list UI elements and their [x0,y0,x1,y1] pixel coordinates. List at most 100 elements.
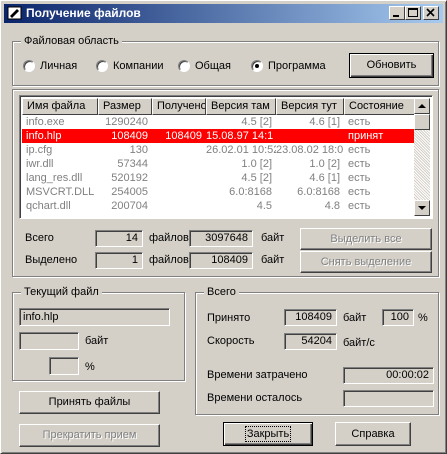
file-list-rows: info.exe 1290240 4.5 [2] 4.6 [1] есть info.hl… [22,115,416,213]
scroll-down-icon [418,206,426,210]
received-percent-field: 100 [382,309,414,326]
cell-name: info.hlp [26,130,62,142]
cell-version-remote: 15.08.97 14:1 [206,130,274,142]
file-list[interactable]: Имя файла Размер Получено Версия там Вер… [19,95,433,219]
table-row[interactable]: lang_res.dll 520192 4.5 [2] 4.6 [1] есть [22,171,416,185]
scope-program-label: Программа [268,60,326,72]
scroll-thumb[interactable] [414,114,430,130]
received-value-field: 108409 [284,309,337,326]
minimize-icon [393,15,399,17]
cell-version-local: 6.0:8168 [297,186,340,198]
elapsed-label: Времени затрачено [207,369,308,381]
maximize-button[interactable] [405,6,421,20]
table-row[interactable]: ip.cfg 130 26.02.01 10:52 23.08.02 18:0 есть [22,143,416,157]
table-row[interactable]: qchart.dll 200704 4.5 4.8 есть [22,199,416,213]
current-file-name-field: info.hlp [19,308,170,326]
scope-shared-label: Общая [195,60,231,72]
cell-version-remote: 4.5 [256,200,272,212]
window-title: Получение файлов [26,6,141,20]
minimize-button[interactable] [389,6,405,20]
cell-received [152,115,206,129]
total-bytes-field: 3097648 [189,230,253,247]
total-count-field: 14 [95,230,143,247]
close-button[interactable]: Закрыть [223,422,313,446]
cell-version-remote: 6.0:8168 [229,186,272,198]
cell-size: 200704 [111,200,148,212]
file-list-scrollbar[interactable] [414,98,430,216]
cell-status: есть [348,116,371,128]
column-header-size[interactable]: Размер [98,98,152,115]
column-header-received[interactable]: Получено [152,98,206,115]
file-area-legend: Файловая область [21,34,122,48]
column-header-status[interactable]: Состояние [344,98,416,115]
help-button[interactable]: Справка [335,422,411,446]
received-percent-unit: % [418,312,428,324]
cell-name: iwr.dll [26,158,54,170]
selected-label: Выделено [25,254,78,266]
total-label: Всего [25,232,54,244]
cell-size: 520192 [111,172,148,184]
deselect-button[interactable]: Снять выделение [300,251,432,273]
speed-label: Скорость [207,335,255,347]
current-file-percent-unit: % [85,361,95,373]
cell-name: ip.cfg [26,144,53,156]
elapsed-value-field: 00:00:02 [343,367,434,384]
selected-bytes-unit: байт [261,254,285,266]
received-label: Принято [207,312,251,324]
selected-bytes-field: 108409 [189,252,253,269]
current-file-legend: Текущий файл [21,285,102,299]
cell-version-remote: 4.5 [2] [241,116,272,128]
scope-company-label: Компании [113,60,164,72]
cell-status: принят [348,130,384,142]
radio-selected-dot [255,64,259,68]
cell-version-local: 4.8 [324,200,340,212]
current-file-bytes-field [19,332,79,350]
cell-version-remote: 1.0 [2] [241,158,272,170]
cell-received [152,157,206,171]
scope-personal-label: Личная [40,60,78,72]
cell-version-local: 1.0 [2] [309,158,340,170]
cell-version-remote: 4.5 [2] [241,172,272,184]
file-list-header: Имя файла Размер Получено Версия там Вер… [22,98,416,115]
cell-size: 1290240 [105,116,148,128]
cell-size: 254005 [111,186,148,198]
table-row[interactable]: info.exe 1290240 4.5 [2] 4.6 [1] есть [22,115,416,129]
cell-status: есть [348,144,371,156]
close-icon [426,8,435,17]
cell-version-local: 4.6 [1] [309,116,340,128]
cell-received [152,199,206,213]
column-header-version-remote[interactable]: Версия там [206,98,276,115]
select-all-button[interactable]: Выделить все [300,228,432,250]
cell-status: есть [348,200,371,212]
totals-legend: Всего [204,285,239,299]
speed-unit: байт/с [343,337,375,349]
table-row[interactable]: MSVCRT.DLL 254005 6.0:8168 6.0:8168 есть [22,185,416,199]
cell-size: 108409 [111,130,148,142]
stop-receive-button[interactable]: Прекратить прием [19,424,160,447]
total-bytes-unit: байт [261,232,285,244]
cell-version-local [276,129,344,143]
current-file-percent-field [49,357,79,375]
cell-status: есть [348,172,371,184]
scroll-up-button[interactable] [414,98,430,114]
table-row[interactable]: iwr.dll 57344 1.0 [2] 1.0 [2] есть [22,157,416,171]
cell-version-local: 23.08.02 18:0 [276,144,344,156]
cell-size: 130 [129,144,148,156]
receive-files-button[interactable]: Принять файлы [19,391,160,414]
receive-files-dialog: Получение файлов Файловая область Личная… [0,0,447,454]
column-header-version-local[interactable]: Версия тут [276,98,344,115]
column-header-name[interactable]: Имя файла [22,98,98,115]
table-row[interactable]: info.hlp 108409 108409 15.08.97 14:1 принят [22,129,416,143]
cell-status: есть [348,158,371,170]
total-files-word: файлов [149,232,189,244]
selected-files-word: файлов [149,254,189,266]
received-unit: байт [343,312,367,324]
cell-status: есть [348,186,371,198]
close-window-button[interactable] [423,6,439,20]
cell-size: 57344 [117,158,148,170]
cell-received: 108409 [165,130,202,142]
scroll-down-button[interactable] [414,200,430,216]
title-bar[interactable]: Получение файлов [4,4,443,23]
refresh-button[interactable]: Обновить [349,53,434,78]
cell-name: info.exe [26,116,65,128]
